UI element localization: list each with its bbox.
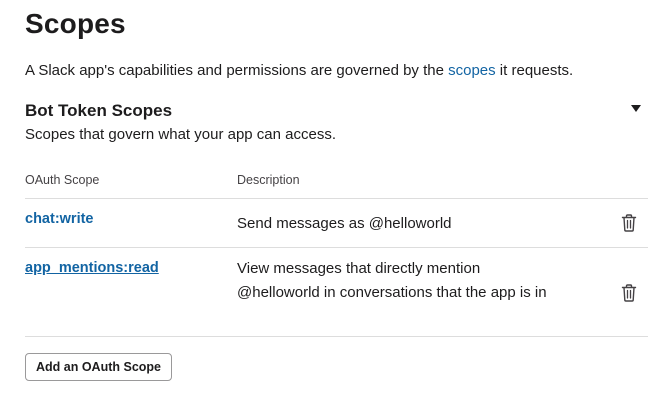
caret-down-icon[interactable] bbox=[631, 105, 641, 112]
table-divider bbox=[25, 336, 648, 337]
section-description: Scopes that govern what your app can acc… bbox=[25, 126, 337, 143]
scopes-link[interactable]: scopes bbox=[448, 62, 496, 79]
page-title: Scopes bbox=[25, 8, 126, 39]
intro-suffix: it requests. bbox=[495, 62, 574, 79]
table-divider bbox=[25, 247, 648, 248]
scope-description: View messages that directly mention @hel… bbox=[237, 260, 547, 301]
scope-link-chat-write[interactable]: chat:write bbox=[25, 211, 94, 227]
column-header-oauth-scope: OAuth Scope bbox=[25, 173, 100, 187]
intro-text: A Slack app's capabilities and permissio… bbox=[25, 62, 573, 80]
table-divider bbox=[25, 198, 648, 199]
add-oauth-scope-button[interactable]: Add an OAuth Scope bbox=[25, 353, 172, 381]
column-header-description: Description bbox=[237, 173, 300, 187]
scope-link-app-mentions-read[interactable]: app_mentions:read bbox=[25, 260, 159, 276]
trash-icon[interactable] bbox=[621, 214, 637, 232]
section-title: Bot Token Scopes bbox=[25, 101, 173, 120]
intro-prefix: A Slack app's capabilities and permissio… bbox=[25, 62, 449, 79]
scopes-page: Scopes A Slack app's capabilities and pe… bbox=[0, 0, 668, 405]
scope-description: Send messages as @helloworld bbox=[237, 215, 452, 232]
trash-icon[interactable] bbox=[621, 284, 637, 302]
